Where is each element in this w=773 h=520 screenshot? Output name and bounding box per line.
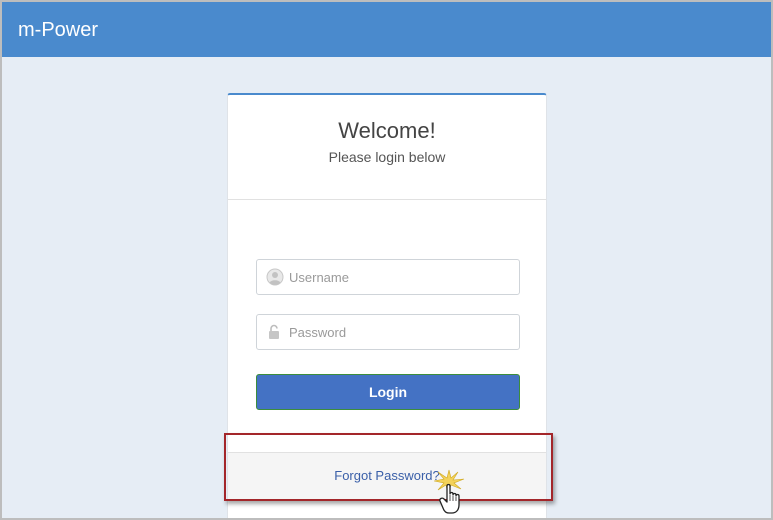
top-bar: m-Power [2,2,771,57]
user-circle-icon [266,268,284,286]
login-subheading: Please login below [328,149,446,165]
username-input[interactable] [289,260,515,294]
password-field[interactable] [256,314,520,350]
login-button[interactable]: Login [256,374,520,410]
login-card: Welcome! Please login below Login Forgot… [227,93,547,518]
card-divider [228,199,546,200]
username-field[interactable] [256,259,520,295]
app-title: m-Power [18,19,99,41]
forgot-password-link[interactable]: Forgot Password? [228,468,546,483]
app-window: m-Power Welcome! Please login below Logi… [0,0,773,520]
welcome-heading: Welcome! [338,118,436,143]
card-footer: Forgot Password? [228,452,546,500]
password-input[interactable] [289,315,515,349]
unlock-icon [269,324,279,339]
